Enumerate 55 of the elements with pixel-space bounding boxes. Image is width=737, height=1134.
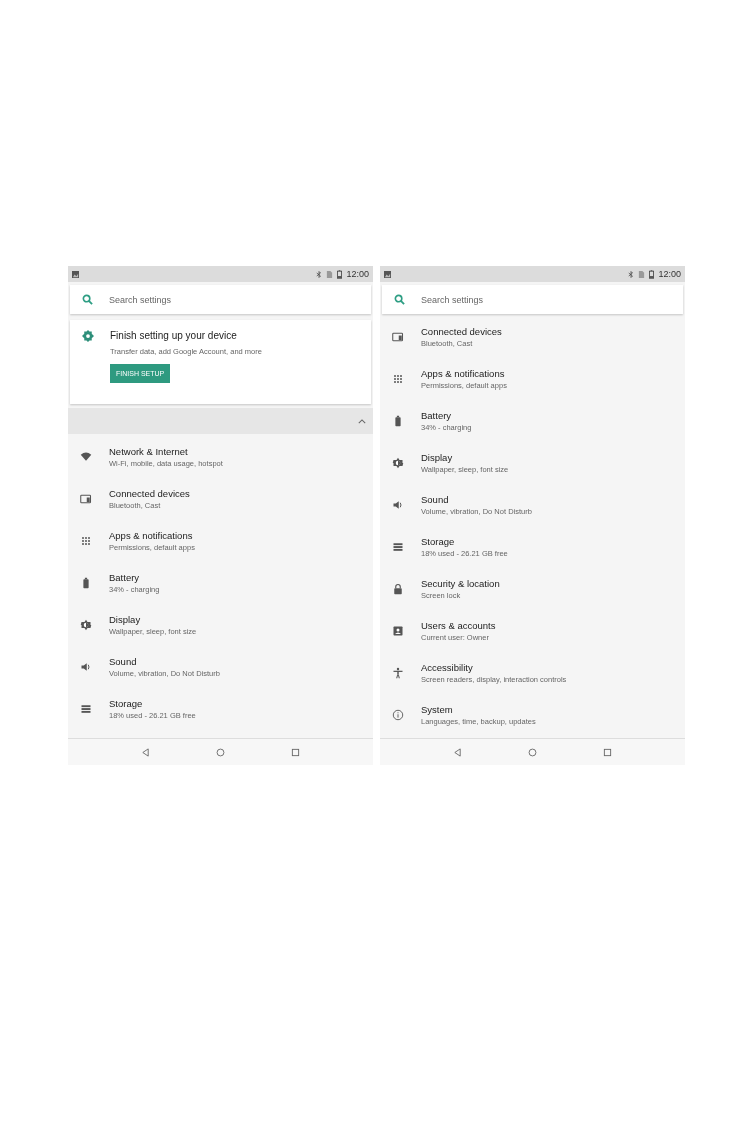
item-title: Sound	[421, 494, 450, 505]
item-title: Sound	[109, 656, 138, 667]
bluetooth-icon	[628, 269, 635, 279]
card-title: Finish setting up your device	[110, 330, 237, 341]
item-title: Apps & notifications	[109, 530, 194, 541]
item-title: Connected devices	[421, 326, 502, 337]
storage-icon	[392, 541, 404, 553]
item-title: Network & Internet	[109, 446, 189, 457]
back-icon[interactable]	[141, 747, 150, 757]
accessibility-icon	[392, 667, 404, 679]
devices-icon	[392, 331, 404, 343]
image-notification-icon	[384, 270, 391, 278]
sim-icon	[638, 269, 646, 279]
brightness-icon	[80, 619, 92, 631]
devices-icon	[80, 493, 92, 505]
gear-icon	[82, 330, 94, 342]
brightness-icon	[392, 457, 404, 469]
item-title: Storage	[421, 536, 456, 547]
battery-status-icon	[337, 269, 343, 279]
home-icon[interactable]	[216, 747, 225, 757]
chevron-up-icon[interactable]	[358, 418, 366, 424]
clock-time: 12:00	[346, 269, 369, 279]
clock-time: 12:00	[658, 269, 681, 279]
search-field[interactable]: Search settings	[70, 285, 371, 314]
item-title: Storage	[109, 698, 144, 709]
wifi-icon	[80, 451, 92, 463]
grid-icon	[392, 373, 404, 385]
lock-icon	[392, 583, 404, 595]
recents-icon[interactable]	[291, 747, 300, 757]
item-title: Display	[421, 452, 454, 463]
speaker-icon	[392, 499, 404, 511]
image-notification-icon	[72, 270, 79, 278]
item-title: Battery	[109, 572, 141, 583]
speaker-icon	[80, 661, 92, 673]
battery-icon	[80, 577, 92, 589]
item-title: Accessibility	[421, 662, 474, 673]
bluetooth-icon	[316, 269, 323, 279]
battery-status-icon	[649, 269, 655, 279]
item-title: Display	[109, 614, 142, 625]
item-title: Connected devices	[109, 488, 190, 499]
info-icon	[392, 709, 404, 721]
recents-icon[interactable]	[603, 747, 612, 757]
item-title: Security & location	[421, 578, 500, 589]
item-title: Apps & notifications	[421, 368, 506, 379]
item-title: Battery	[421, 410, 453, 421]
sim-icon	[326, 269, 334, 279]
storage-icon	[80, 703, 92, 715]
item-title: Users & accounts	[421, 620, 496, 631]
grid-icon	[80, 535, 92, 547]
home-icon[interactable]	[528, 747, 537, 757]
back-icon[interactable]	[453, 747, 462, 757]
account-icon	[392, 625, 404, 637]
item-title: System	[421, 704, 454, 715]
battery-icon	[392, 415, 404, 427]
search-field[interactable]: Search settings	[382, 285, 683, 314]
